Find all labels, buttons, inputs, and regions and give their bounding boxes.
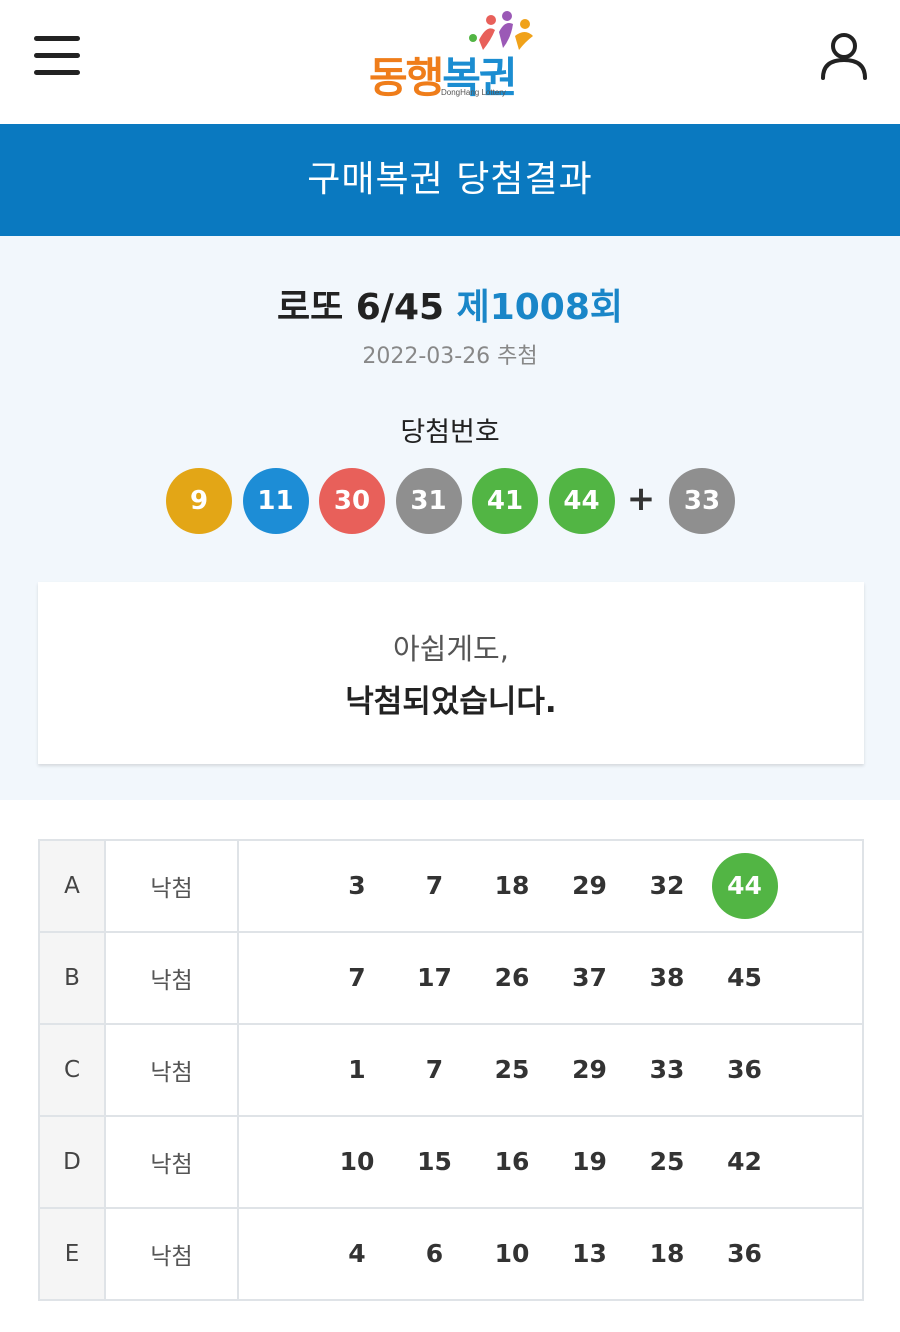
ticket-numbers: 7 17 26 37 38 45 (237, 931, 864, 1025)
ticket-number: 10 (494, 1239, 530, 1268)
ticket-row: A 낙첨 3 7 18 29 32 44 (38, 839, 864, 933)
result-card: 아쉽게도, 낙첨되었습니다. (38, 582, 864, 764)
ticket-number: 29 (572, 871, 607, 900)
menu-bar (34, 70, 80, 75)
ticket-status: 낙첨 (104, 1023, 239, 1117)
ticket-status: 낙첨 (104, 1115, 239, 1209)
draw-summary: 로또 6/45 제1008회 2022-03-26 추첨 당첨번호 9 11 30 3… (0, 236, 900, 800)
ticket-status: 낙첨 (104, 931, 239, 1025)
draw-date: 2022-03-26 추첨 (362, 344, 538, 369)
logo-char: 동 (369, 53, 408, 102)
draw-round: 제1008회 (456, 287, 624, 328)
bonus-plus-sign: + (626, 479, 656, 519)
result-message-line2: 낙첨되었습니다. (345, 684, 557, 720)
ticket-numbers: 4 6 10 13 18 36 (237, 1207, 864, 1301)
ticket-row: C 낙첨 1 7 25 29 33 36 (38, 1023, 864, 1117)
ticket-number: 25 (649, 1147, 685, 1176)
ticket-game-letter: B (38, 931, 106, 1025)
ticket-game-letter: C (38, 1023, 106, 1117)
logo-char: 행 (405, 53, 445, 102)
ticket-numbers: 3 7 18 29 32 44 (237, 839, 864, 933)
ticket-status: 낙첨 (104, 1207, 239, 1301)
ticket-number: 36 (727, 1055, 762, 1084)
winning-ball: 31 (395, 468, 462, 534)
game-name: 로또 6/45 (276, 287, 445, 328)
ticket-number: 3 (348, 871, 366, 900)
ticket-number-matched: 44 (711, 853, 778, 919)
ticket-number: 45 (727, 963, 762, 992)
ticket-number: 42 (727, 1147, 762, 1176)
ticket-number: 1 (348, 1055, 366, 1084)
winning-ball: 44 (548, 468, 615, 534)
ticket-game-letter: D (38, 1115, 106, 1209)
ticket-numbers: 10 15 16 19 25 42 (237, 1115, 864, 1209)
ticket-game-letter: A (38, 839, 106, 933)
winning-numbers-label: 당첨번호 (400, 417, 500, 448)
draw-title: 로또 6/45 제1008회 (0, 278, 900, 330)
menu-bar (34, 53, 80, 58)
page-title: 구매복권 당첨결과 (307, 159, 593, 200)
result-message-line1: 아쉽게도, (393, 632, 509, 666)
ticket-number: 18 (494, 871, 530, 900)
winning-numbers: 9 11 30 31 41 44 +33 (166, 468, 746, 534)
ticket-number: 6 (425, 1239, 444, 1268)
ticket-number: 29 (572, 1055, 607, 1084)
ticket-number: 26 (494, 963, 530, 992)
ticket-number: 19 (572, 1147, 607, 1176)
page-title-bar: 구매복권 당첨결과 (0, 124, 900, 236)
ticket-number: 37 (572, 963, 607, 992)
ticket-number: 36 (727, 1239, 762, 1268)
ticket-number: 7 (425, 1055, 444, 1084)
ticket-row: B 낙첨 7 17 26 37 38 45 (38, 931, 864, 1025)
ticket-number: 13 (572, 1239, 607, 1268)
winning-ball: 9 (166, 468, 232, 534)
ticket-row: D 낙첨 10 15 16 19 25 42 (38, 1115, 864, 1209)
winning-ball: 41 (472, 468, 538, 534)
app-header: 동행복권 DongHang Lottery (0, 0, 900, 124)
donghang-logo[interactable]: 동행복권 DongHang Lottery (365, 10, 545, 105)
ticket-number: 38 (649, 963, 685, 992)
ticket-number: 15 (417, 1147, 452, 1176)
ticket-numbers: 1 7 25 29 33 36 (237, 1023, 864, 1117)
ticket-number: 4 (348, 1239, 366, 1268)
winning-ball: 30 (319, 468, 385, 534)
ticket-number: 25 (494, 1055, 530, 1084)
ticket-row: E 낙첨 4 6 10 13 18 36 (38, 1207, 864, 1301)
ticket-table: A 낙첨 3 7 18 29 32 44 B 낙첨 7 17 26 37 38 45 C 낙첨 1 7 25 29 33 36… (38, 839, 864, 1301)
ticket-number: 7 (425, 871, 444, 900)
logo-subtitle: DongHang Lottery (441, 88, 506, 97)
ticket-number: 33 (649, 1055, 685, 1084)
ticket-number: 17 (417, 963, 452, 992)
ticket-game-letter: E (38, 1207, 106, 1301)
hamburger-menu-icon[interactable] (34, 36, 82, 76)
ticket-number: 7 (348, 963, 366, 992)
ticket-number: 16 (494, 1147, 530, 1176)
menu-bar (34, 36, 80, 41)
ticket-number: 18 (649, 1239, 685, 1268)
ticket-number: 32 (649, 871, 685, 900)
user-icon[interactable] (818, 30, 870, 82)
ticket-number: 10 (339, 1147, 375, 1176)
ticket-status: 낙첨 (104, 839, 239, 933)
winning-ball: 11 (242, 468, 309, 534)
bonus-ball: 33 (669, 468, 735, 534)
